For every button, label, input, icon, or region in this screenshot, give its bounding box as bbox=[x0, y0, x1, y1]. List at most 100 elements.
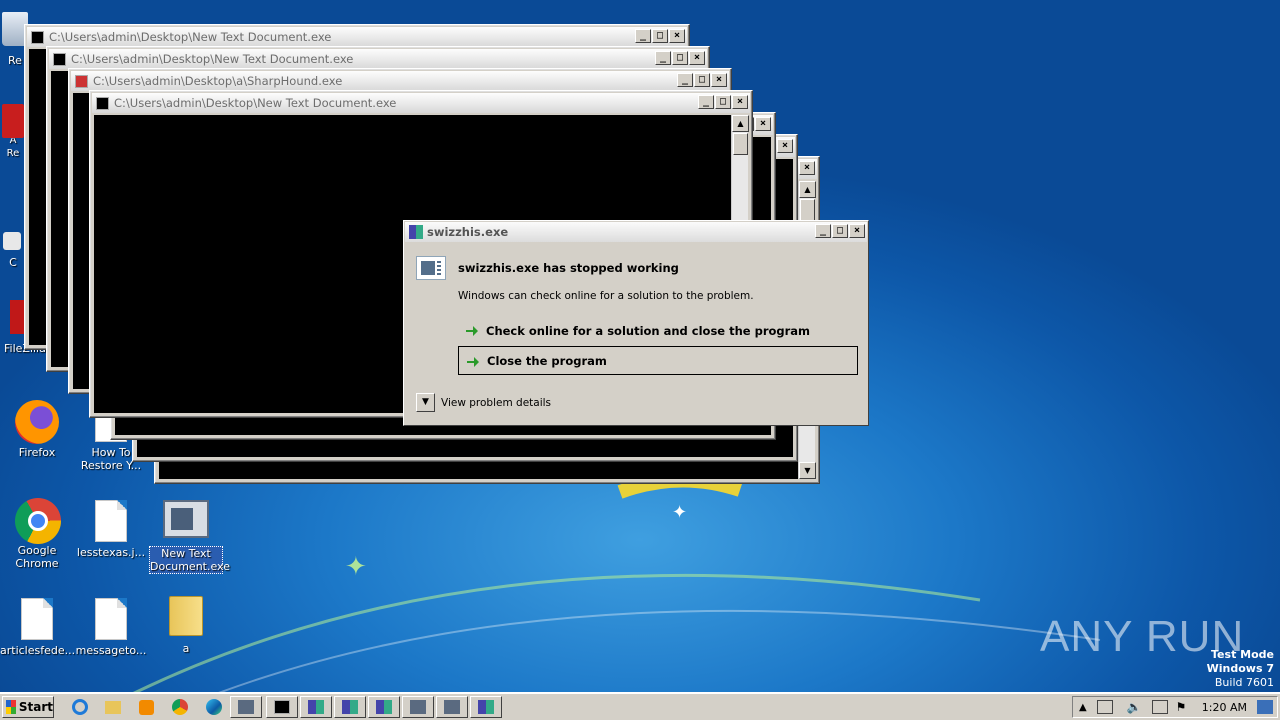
desktop-icon-label: a bbox=[182, 642, 190, 655]
maximize-button[interactable]: □ bbox=[672, 51, 688, 65]
taskbar-task-4[interactable] bbox=[402, 696, 434, 718]
title-bar[interactable]: C:\Users\admin\Desktop\New Text Document… bbox=[27, 27, 687, 47]
close-button[interactable]: × bbox=[689, 51, 705, 65]
scroll-thumb[interactable] bbox=[733, 133, 748, 155]
windows-logo-icon bbox=[6, 700, 16, 714]
maximize-button[interactable]: □ bbox=[715, 95, 731, 109]
desktop-icon-label: Firefox bbox=[18, 446, 56, 459]
window-title: C:\Users\admin\Desktop\New Text Document… bbox=[114, 96, 397, 110]
taskbar-task-5[interactable] bbox=[436, 696, 468, 718]
clock[interactable]: 1:20 AM bbox=[1202, 701, 1247, 714]
option-label: Check online for a solution and close th… bbox=[486, 323, 811, 338]
acrobat-icon bbox=[2, 104, 24, 144]
maximize-button[interactable]: □ bbox=[832, 224, 848, 238]
chevron-down-icon[interactable]: ▼ bbox=[416, 393, 435, 412]
taskbar-task-app[interactable] bbox=[230, 696, 262, 718]
application-icon bbox=[163, 500, 209, 540]
desktop-icon-lesstexas[interactable]: lesstexas.j... bbox=[74, 500, 148, 559]
document-icon bbox=[15, 598, 59, 642]
svg-text:✦: ✦ bbox=[672, 502, 687, 523]
dialog-message: Windows can check online for a solution … bbox=[458, 290, 754, 302]
media-player-icon[interactable] bbox=[134, 696, 158, 718]
maximize-button[interactable]: □ bbox=[694, 73, 710, 87]
app-icon bbox=[409, 225, 423, 239]
console-icon bbox=[96, 96, 109, 110]
maximize-button[interactable]: □ bbox=[652, 29, 668, 43]
system-tray: ▲ 🔈 ⚑ 1:20 AM bbox=[1072, 696, 1278, 718]
windows-version-line: Windows 7 bbox=[1206, 662, 1274, 675]
error-dialog: swizzhis.exe _ □ × swizzhis.exe has stoppe… bbox=[403, 220, 869, 426]
desktop-icon-chrome[interactable]: Google Chrome bbox=[0, 498, 74, 570]
taskbar: Start ▲ 🔈 ⚑ 1:20 AM bbox=[0, 692, 1280, 720]
minimize-button[interactable]: _ bbox=[677, 73, 693, 87]
test-mode-text: Test Mode Windows 7 Build 7601 bbox=[1207, 648, 1274, 690]
view-details-toggle[interactable]: ▼ View problem details bbox=[416, 393, 551, 412]
window-title: C:\Users\admin\Desktop\a\SharpHound.exe bbox=[93, 74, 343, 88]
console-icon bbox=[53, 52, 66, 66]
show-desktop-icon[interactable] bbox=[1257, 700, 1273, 714]
start-button[interactable]: Start bbox=[2, 696, 54, 718]
desktop-icon-new-text-document[interactable]: New Text Document.exe bbox=[149, 500, 230, 574]
close-program-button[interactable]: Close the program bbox=[458, 346, 858, 375]
close-button[interactable]: × bbox=[711, 73, 727, 87]
desktop-icon-label: articlesfede... bbox=[0, 644, 76, 657]
title-bar[interactable]: C:\Users\admin\Desktop\a\SharpHound.exe _… bbox=[71, 71, 729, 91]
console-icon bbox=[31, 30, 44, 44]
close-button[interactable]: × bbox=[732, 95, 748, 109]
window-title: C:\Users\admin\Desktop\New Text Document… bbox=[49, 30, 332, 44]
show-hidden-icons-button[interactable]: ▲ bbox=[1079, 702, 1087, 713]
taskbar-task-cmd[interactable] bbox=[266, 696, 298, 718]
option-label: Close the program bbox=[487, 353, 607, 368]
chrome-icon bbox=[15, 498, 61, 544]
desktop-icon-label: lesstexas.j... bbox=[76, 546, 146, 559]
monitor-icon[interactable] bbox=[1151, 700, 1168, 714]
desktop-icon-label: messageto... bbox=[75, 644, 147, 657]
scroll-up-button[interactable]: ▲ bbox=[732, 115, 749, 132]
desktop-icon-firefox[interactable]: Firefox bbox=[0, 400, 74, 459]
minimize-button[interactable]: _ bbox=[635, 29, 651, 43]
taskbar-task-2[interactable] bbox=[334, 696, 366, 718]
green-arrow-icon bbox=[466, 326, 478, 336]
close-button[interactable]: × bbox=[799, 161, 815, 175]
close-button[interactable]: × bbox=[755, 117, 771, 131]
minimize-button[interactable]: _ bbox=[655, 51, 671, 65]
taskbar-task-1[interactable] bbox=[300, 696, 332, 718]
desktop-icon-acrobat[interactable]: A Re bbox=[0, 104, 26, 160]
desktop-icon-articles[interactable]: articlesfede... bbox=[0, 598, 76, 657]
desktop-icon-folder-a[interactable]: a bbox=[149, 596, 223, 655]
close-button[interactable]: × bbox=[777, 139, 793, 153]
window-title: C:\Users\admin\Desktop\New Text Document… bbox=[71, 52, 354, 66]
dialog-title-bar[interactable]: swizzhis.exe _ □ × bbox=[405, 222, 867, 242]
taskbar-task-3[interactable] bbox=[368, 696, 400, 718]
firefox-icon bbox=[15, 400, 59, 444]
desktop-icon-label: Google Chrome bbox=[15, 544, 59, 570]
explorer-icon[interactable] bbox=[101, 696, 125, 718]
ccleaner-icon bbox=[3, 232, 23, 254]
minimize-button[interactable]: _ bbox=[815, 224, 831, 238]
chrome-taskbar-icon[interactable] bbox=[168, 696, 192, 718]
network-icon[interactable] bbox=[1096, 700, 1113, 714]
check-online-button[interactable]: Check online for a solution and close th… bbox=[458, 316, 858, 345]
folder-icon bbox=[164, 596, 208, 640]
title-bar[interactable]: C:\Users\admin\Desktop\New Text Document… bbox=[49, 49, 707, 69]
program-icon bbox=[416, 256, 446, 280]
sharphound-icon bbox=[75, 74, 88, 88]
desktop-icon-ccleaner[interactable]: C bbox=[0, 232, 26, 269]
speaker-icon[interactable]: 🔈 bbox=[1127, 700, 1142, 714]
ie-icon[interactable] bbox=[68, 696, 92, 718]
document-icon bbox=[89, 598, 133, 642]
details-label: View problem details bbox=[441, 396, 552, 409]
title-bar[interactable]: C:\Users\admin\Desktop\New Text Document… bbox=[92, 93, 750, 113]
desktop-icon-label: C bbox=[9, 256, 17, 269]
edge-icon[interactable] bbox=[202, 696, 226, 718]
dialog-heading: swizzhis.exe has stopped working bbox=[458, 261, 679, 275]
action-center-flag-icon[interactable]: ⚑ bbox=[1176, 700, 1187, 714]
green-arrow-icon bbox=[467, 357, 479, 367]
desktop-icon-message[interactable]: messageto... bbox=[74, 598, 148, 657]
test-mode-line: Test Mode bbox=[1211, 648, 1274, 661]
minimize-button[interactable]: _ bbox=[698, 95, 714, 109]
close-button[interactable]: × bbox=[849, 224, 865, 238]
close-button[interactable]: × bbox=[669, 29, 685, 43]
taskbar-task-6[interactable] bbox=[470, 696, 502, 718]
desktop-icon-label: New Text Document.exe bbox=[149, 546, 230, 574]
